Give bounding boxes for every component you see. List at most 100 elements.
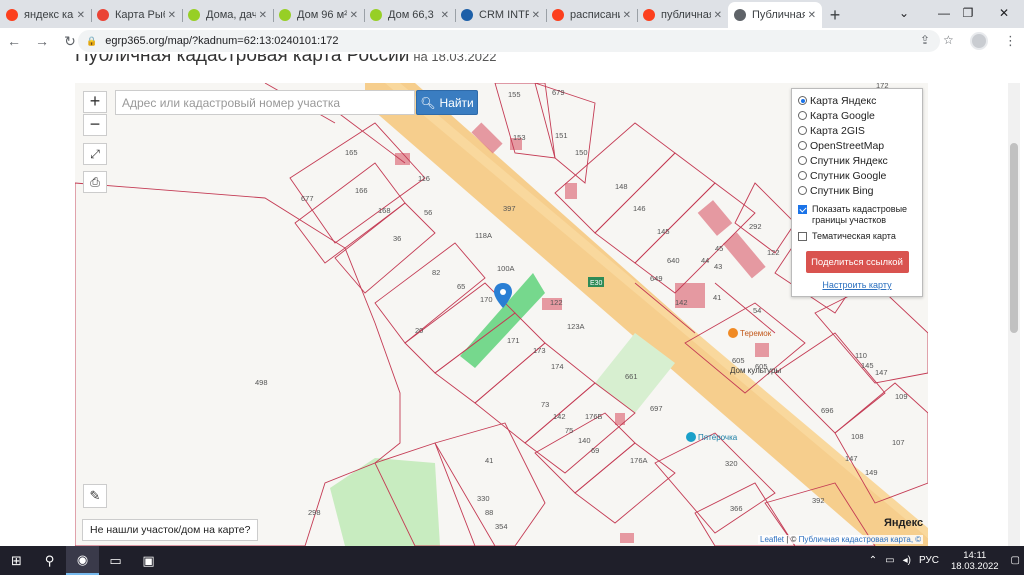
svg-text:69: 69 (591, 446, 599, 455)
svg-text:109: 109 (895, 392, 908, 401)
close-window-button[interactable]: ✕ (984, 0, 1024, 26)
yandex-icon (6, 9, 18, 21)
windows-start-icon[interactable]: ⊞ (0, 546, 33, 575)
map-attribution: Leaflet | © Публичная кадастровая карта,… (758, 535, 924, 544)
svg-text:123А: 123А (567, 322, 585, 331)
zoom-out-button[interactable]: − (83, 114, 107, 136)
layer-option[interactable]: Карта Яндекс (798, 93, 916, 108)
configure-map-link[interactable]: Настроить карту (798, 280, 916, 290)
network-icon[interactable]: ▭ (885, 555, 894, 566)
thematic-option[interactable]: Тематическая карта (798, 231, 916, 242)
browser-tab[interactable]: Дома, дачи✕ (182, 2, 273, 28)
address-bar[interactable]: 🔒 egrp365.org/map/?kadnum=62:13:0240101:… (78, 30, 940, 52)
language-indicator[interactable]: РУС (919, 555, 939, 566)
search-button[interactable]: 🔍︎ Найти (416, 90, 478, 115)
maximize-button[interactable]: ❐ (948, 0, 988, 26)
notifications-icon[interactable]: ▢ (1011, 555, 1020, 566)
browser-tab[interactable]: публичная ✕ (637, 2, 728, 28)
scrollbar-thumb[interactable] (1010, 143, 1018, 333)
layer-option[interactable]: Спутник Яндекс (798, 153, 916, 168)
thematic-checkbox[interactable] (798, 232, 807, 241)
fullscreen-icon[interactable]: ⤢ (83, 143, 107, 165)
tab-list: яндекс карта✕Карта Рыбное✕Дома, дачи✕Дом… (0, 0, 822, 28)
cadastral-search-input[interactable] (115, 90, 415, 115)
file-explorer-icon[interactable]: ▭ (99, 546, 132, 575)
svg-text:145: 145 (657, 227, 670, 236)
search-icon[interactable]: ⚲ (33, 546, 66, 575)
print-icon[interactable]: ⎙ (83, 171, 107, 193)
layer-label: Карта 2GIS (810, 124, 865, 137)
cadastral-source-link[interactable]: Публичная кадастровая карта, © (799, 535, 922, 544)
new-tab-button[interactable]: + (822, 2, 848, 28)
layer-radio[interactable] (798, 96, 807, 105)
page-icon (734, 9, 746, 21)
zoom-in-button[interactable]: + (83, 91, 107, 113)
tray-arrow-icon[interactable]: ⌃ (869, 555, 877, 566)
close-tab-icon[interactable]: ✕ (441, 10, 449, 21)
back-icon[interactable]: ← (0, 33, 28, 49)
browser-tab[interactable]: Карта Рыбное✕ (91, 2, 182, 28)
share-icon[interactable]: ⇪ (920, 33, 930, 47)
svg-text:392: 392 (812, 496, 825, 505)
browser-tab[interactable]: яндекс карта✕ (0, 2, 91, 28)
svg-text:697: 697 (650, 404, 663, 413)
volume-icon[interactable]: ◂) (903, 555, 911, 566)
layer-radio[interactable] (798, 186, 807, 195)
page-scrollbar[interactable] (1008, 83, 1020, 546)
maps-pin-icon (97, 9, 109, 21)
show-borders-option[interactable]: Показать кадастровые границы участков (798, 204, 916, 226)
svg-text:82: 82 (432, 268, 440, 277)
layer-list: Карта Яндекс Карта Google Карта 2GIS OpenSt… (798, 93, 916, 198)
bookmark-star-icon[interactable]: ☆ (943, 33, 954, 47)
shop-icon (686, 432, 696, 442)
leaflet-link[interactable]: Leaflet (760, 535, 784, 544)
pencil-icon[interactable]: ✎ (83, 484, 107, 508)
svg-text:142: 142 (675, 298, 688, 307)
yandex-icon (643, 9, 655, 21)
clock-time: 14:11 (963, 549, 987, 561)
profile-avatar[interactable] (970, 32, 988, 50)
close-tab-icon[interactable]: ✕ (77, 10, 85, 21)
svg-text:649: 649 (650, 274, 663, 283)
browser-tab[interactable]: Публичная ✕ (728, 2, 822, 28)
browser-tab[interactable]: расписание✕ (546, 2, 637, 28)
close-tab-icon[interactable]: ✕ (259, 10, 267, 21)
layer-option[interactable]: OpenStreetMap (798, 138, 916, 153)
svg-text:75: 75 (565, 426, 573, 435)
svg-text:118А: 118А (475, 231, 492, 240)
layer-radio[interactable] (798, 141, 807, 150)
svg-text:174: 174 (551, 362, 564, 371)
avito-icon (370, 9, 382, 21)
layer-radio[interactable] (798, 171, 807, 180)
clock[interactable]: 14:11 18.03.2022 (951, 550, 999, 572)
close-tab-icon[interactable]: ✕ (714, 10, 722, 21)
layer-option[interactable]: Спутник Bing (798, 183, 916, 198)
tab-search-icon[interactable]: ⌄ (884, 0, 924, 26)
windows-taskbar: ⊞ ⚲ ◉ ▭ ▣ ⌃ ▭ ◂) РУС 14:11 18.03.2022 ▢ (0, 546, 1024, 575)
menu-icon[interactable]: ⋮ (1004, 33, 1017, 49)
show-borders-checkbox[interactable] (798, 205, 807, 214)
browser-tab[interactable]: Дом 66,3 ✕ (364, 2, 455, 28)
forward-icon[interactable]: → (28, 33, 56, 49)
layer-radio[interactable] (798, 126, 807, 135)
folder-icon[interactable]: ▣ (132, 546, 165, 575)
layer-option[interactable]: Спутник Google (798, 168, 916, 183)
close-tab-icon[interactable]: ✕ (168, 10, 176, 21)
layer-option[interactable]: Карта Google (798, 108, 916, 123)
share-link-button[interactable]: Поделиться ссылкой (805, 251, 909, 273)
close-tab-icon[interactable]: ✕ (808, 10, 816, 21)
chrome-icon[interactable]: ◉ (66, 546, 99, 575)
close-tab-icon[interactable]: ✕ (532, 10, 540, 21)
close-tab-icon[interactable]: ✕ (623, 10, 631, 21)
browser-tab[interactable]: CRM INTRUM✕ (455, 2, 546, 28)
layer-radio[interactable] (798, 111, 807, 120)
layer-label: Спутник Яндекс (810, 154, 888, 167)
not-found-button[interactable]: Не нашли участок/дом на карте? (82, 519, 259, 541)
close-tab-icon[interactable]: ✕ (350, 10, 358, 21)
svg-text:677: 677 (301, 194, 314, 203)
road-shield-label: E30 (590, 280, 603, 287)
browser-tab[interactable]: Дом 96 м² ✕ (273, 2, 364, 28)
layer-radio[interactable] (798, 156, 807, 165)
layer-option[interactable]: Карта 2GIS (798, 123, 916, 138)
svg-text:116: 116 (418, 174, 430, 183)
